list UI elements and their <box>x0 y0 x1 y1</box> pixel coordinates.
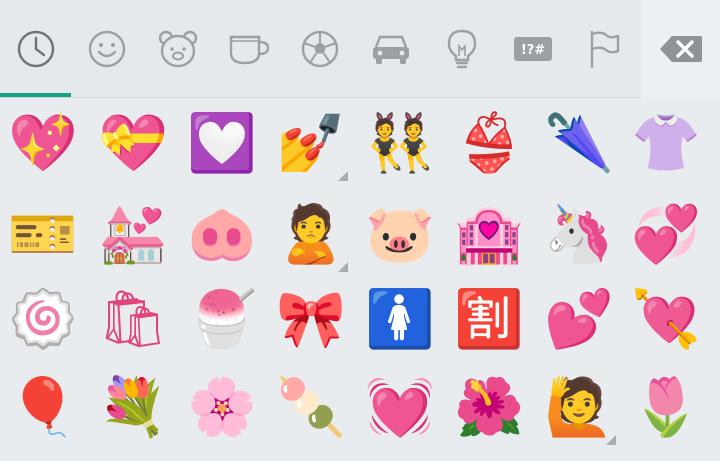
emoji-glyph: 🌺 <box>454 375 524 440</box>
tab-smileys[interactable] <box>71 0 142 98</box>
emoji-key[interactable]: 💝 <box>88 99 178 189</box>
emoji-key[interactable]: 🎈 <box>0 363 88 453</box>
emoji-glyph: 💞 <box>631 202 701 267</box>
emoji-key[interactable]: 💖 <box>0 99 88 189</box>
emoji-glyph: 💅 <box>276 111 346 176</box>
emoji-glyph: 🦄 <box>544 202 614 267</box>
tab-recent[interactable] <box>0 0 71 98</box>
emoji-key[interactable]: 👚 <box>621 99 711 189</box>
tab-food[interactable] <box>213 0 284 98</box>
emoji-glyph: 💓 <box>365 375 435 440</box>
backspace-icon <box>659 36 702 62</box>
emoji-key[interactable]: 🌷 <box>621 363 711 453</box>
emoji-glyph: 🈹 <box>454 287 524 352</box>
tab-activity[interactable] <box>284 0 355 98</box>
cup-icon <box>229 35 269 65</box>
emoji-glyph: 💖 <box>8 111 78 176</box>
tab-symbols[interactable]: !?# <box>497 0 568 98</box>
emoji-key[interactable]: 🏩 <box>444 190 534 280</box>
emoji-glyph: 🎈 <box>8 375 78 440</box>
skin-tone-variant-indicator <box>338 262 348 272</box>
emoji-key[interactable]: 👯 <box>355 99 445 189</box>
emoji-glyph: 👚 <box>631 111 701 176</box>
soccer-ball-icon <box>301 30 338 68</box>
tab-animals[interactable] <box>142 0 213 98</box>
emoji-key[interactable]: 💐 <box>88 363 178 453</box>
emoji-glyph: 💐 <box>98 375 168 440</box>
emoji-glyph: 🍧 <box>187 287 257 352</box>
emoji-glyph: 🌸 <box>187 375 257 440</box>
emoji-glyph: 🎫 <box>8 202 78 267</box>
emoji-key[interactable]: 🛍 <box>88 275 178 365</box>
emoji-key[interactable]: 💟 <box>177 99 267 189</box>
bear-icon <box>158 30 197 68</box>
emoji-key[interactable]: 💞 <box>621 190 711 280</box>
emoji-category-bar: !?# <box>0 0 720 98</box>
emoji-grid: 💖 💝 💟 💅 👯 👙 🌂 👚 🎫 💒 🐽 🙎 🐷 🏩 🦄 💞 🍥 🛍 🍧 🎀 🚺 🈹 💕 💘 🎈 💐 🌸 🍡 💓 🌺 🙋 🌷 <box>0 98 720 461</box>
emoji-glyph: 👯 <box>365 111 435 176</box>
skin-tone-variant-indicator <box>606 435 616 445</box>
emoji-key[interactable]: 🎀 <box>266 275 356 365</box>
flag-icon <box>590 30 619 69</box>
emoji-key[interactable]: 🌂 <box>534 99 624 189</box>
emoji-glyph: 👙 <box>454 111 524 176</box>
emoji-key[interactable]: 🌸 <box>177 363 267 453</box>
emoji-glyph: 💕 <box>544 287 614 352</box>
emoji-key[interactable]: 🍧 <box>177 275 267 365</box>
emoji-key[interactable]: 👙 <box>444 99 534 189</box>
emoji-glyph: 🌂 <box>544 111 614 176</box>
emoji-key[interactable]: 🍡 <box>266 363 356 453</box>
car-icon <box>372 35 409 64</box>
emoji-glyph: 🐽 <box>187 202 257 267</box>
emoji-key[interactable]: 💒 <box>88 190 178 280</box>
emoji-key[interactable]: 🎫 <box>0 190 88 280</box>
symbols-icon: !?# <box>513 37 552 61</box>
emoji-key[interactable]: 🙎 <box>266 190 356 280</box>
emoji-glyph: 🙋 <box>544 375 614 440</box>
emoji-glyph: 💘 <box>631 287 701 352</box>
smiley-icon <box>88 30 125 68</box>
emoji-glyph: 🍡 <box>276 375 346 440</box>
tab-flags[interactable] <box>568 0 639 98</box>
lightbulb-icon <box>447 29 476 69</box>
emoji-key[interactable]: 🈹 <box>444 275 534 365</box>
emoji-glyph: 🏩 <box>454 202 524 267</box>
backspace-button[interactable] <box>641 0 720 98</box>
emoji-key[interactable]: 💕 <box>534 275 624 365</box>
emoji-glyph: 🛍 <box>97 287 169 352</box>
emoji-key[interactable]: 🐷 <box>355 190 445 280</box>
emoji-glyph: 💒 <box>98 202 168 267</box>
emoji-key[interactable]: 🙋 <box>534 363 624 453</box>
emoji-glyph: 💝 <box>98 111 168 176</box>
skin-tone-variant-indicator <box>338 171 348 181</box>
recent-icon <box>17 30 54 68</box>
emoji-glyph: 🎀 <box>276 287 346 352</box>
emoji-glyph: 💟 <box>187 111 257 176</box>
emoji-glyph: 🙎 <box>276 202 346 267</box>
emoji-key[interactable]: 💅 <box>266 99 356 189</box>
emoji-key[interactable]: 🌺 <box>444 363 534 453</box>
emoji-glyph: 🚺 <box>365 287 435 352</box>
emoji-key[interactable]: 🦄 <box>534 190 624 280</box>
tab-objects[interactable] <box>426 0 497 98</box>
emoji-key[interactable]: 🍥 <box>0 275 88 365</box>
active-tab-indicator <box>0 93 71 97</box>
tab-travel[interactable] <box>355 0 426 98</box>
emoji-key[interactable]: 🚺 <box>355 275 445 365</box>
emoji-glyph: 🐷 <box>365 202 435 267</box>
emoji-glyph: 🌷 <box>631 375 701 440</box>
emoji-glyph: 🍥 <box>8 287 78 352</box>
emoji-key[interactable]: 💓 <box>355 363 445 453</box>
emoji-key[interactable]: 🐽 <box>177 190 267 280</box>
svg-text:!?#: !?# <box>520 43 544 58</box>
emoji-key[interactable]: 💘 <box>621 275 711 365</box>
category-tabs: !?# <box>0 0 640 98</box>
